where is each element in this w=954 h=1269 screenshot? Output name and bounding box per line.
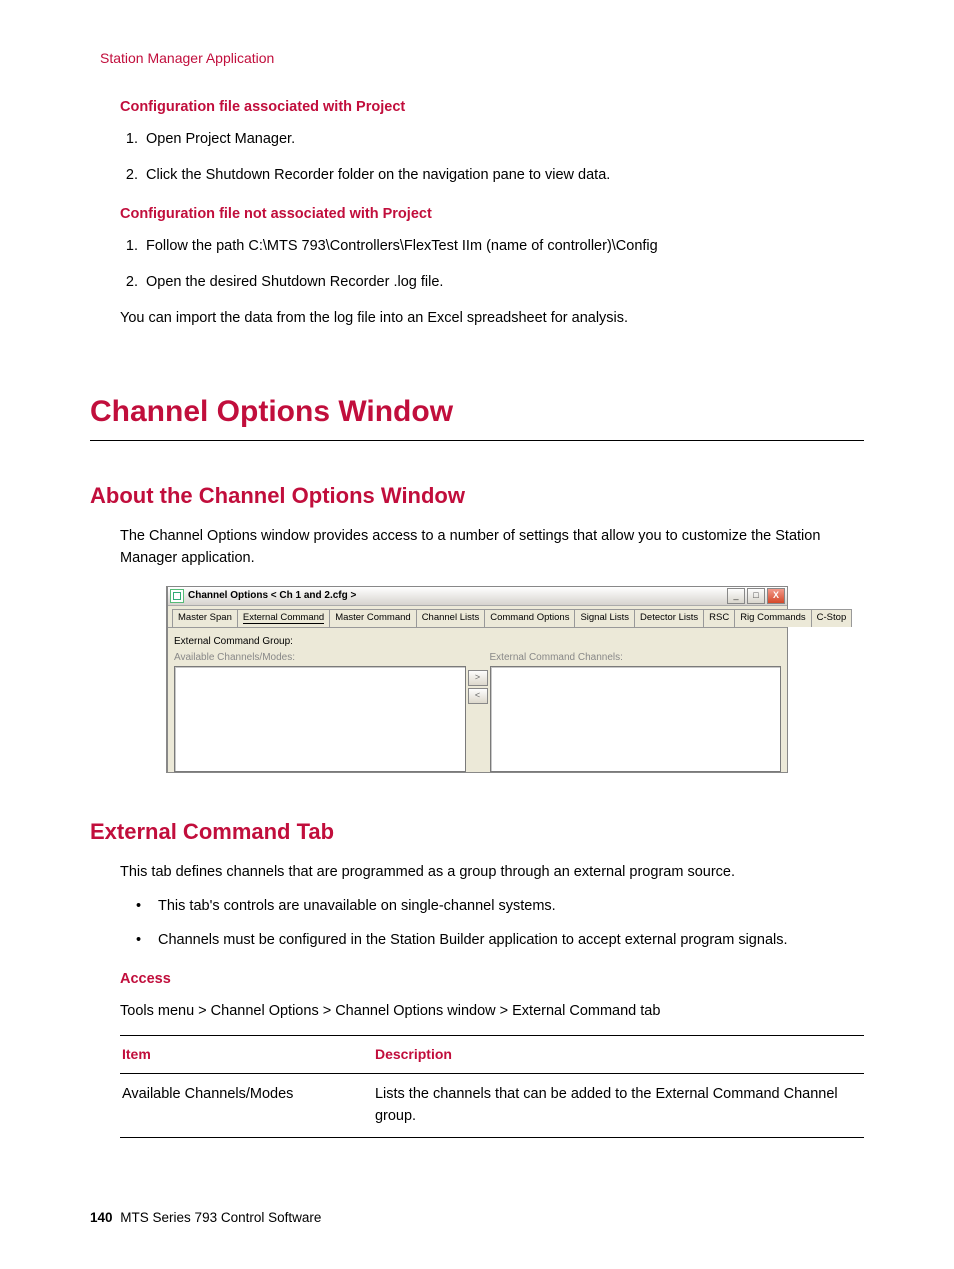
step: Open Project Manager. bbox=[142, 129, 864, 151]
footer-text: MTS Series 793 Control Software bbox=[120, 1210, 321, 1225]
access-path: Tools menu > Channel Options > Channel O… bbox=[120, 1001, 864, 1023]
step: Follow the path C:\MTS 793\Controllers\F… bbox=[142, 236, 864, 258]
steps-config-with-project: Open Project Manager. Click the Shutdown… bbox=[120, 129, 864, 187]
tab-external-command[interactable]: External Command bbox=[237, 609, 330, 627]
remove-channel-button[interactable]: < bbox=[468, 688, 488, 704]
page-title: Channel Options Window bbox=[90, 389, 864, 434]
tab-strip: Master Span External Command Master Comm… bbox=[168, 606, 787, 628]
step: Open the desired Shutdown Recorder .log … bbox=[142, 272, 864, 294]
page-footer: 140 MTS Series 793 Control Software bbox=[90, 1208, 864, 1228]
cell-desc: Lists the channels that can be added to … bbox=[373, 1073, 864, 1138]
ext-para: This tab defines channels that are progr… bbox=[120, 862, 864, 884]
group-label: External Command Group: bbox=[174, 634, 781, 649]
tab-c-stop[interactable]: C-Stop bbox=[811, 609, 853, 627]
available-channels-label: Available Channels/Modes: bbox=[174, 650, 466, 665]
window-title: Channel Options < Ch 1 and 2.cfg > bbox=[188, 588, 727, 603]
tab-signal-lists[interactable]: Signal Lists bbox=[574, 609, 635, 627]
item-description-table: Item Description Available Channels/Mode… bbox=[120, 1035, 864, 1139]
titlebar: Channel Options < Ch 1 and 2.cfg > _ □ X bbox=[168, 587, 787, 606]
add-channel-button[interactable]: > bbox=[468, 670, 488, 686]
access-heading: Access bbox=[120, 969, 864, 991]
external-command-channels-list[interactable] bbox=[490, 666, 782, 772]
external-command-channels-label: External Command Channels: bbox=[490, 650, 782, 665]
subtitle-about: About the Channel Options Window bbox=[90, 479, 864, 512]
subhead-config-with-project: Configuration file associated with Proje… bbox=[120, 97, 864, 119]
tab-command-options[interactable]: Command Options bbox=[484, 609, 575, 627]
step: Click the Shutdown Recorder folder on th… bbox=[142, 165, 864, 187]
tab-master-command[interactable]: Master Command bbox=[329, 609, 417, 627]
list-item: This tab's controls are unavailable on s… bbox=[136, 896, 864, 918]
col-item: Item bbox=[120, 1035, 373, 1073]
tab-rsc[interactable]: RSC bbox=[703, 609, 735, 627]
about-para: The Channel Options window provides acce… bbox=[120, 526, 864, 570]
title-rule bbox=[90, 440, 864, 441]
cell-item: Available Channels/Modes bbox=[120, 1073, 373, 1138]
ext-bullets: This tab's controls are unavailable on s… bbox=[136, 896, 864, 952]
list-item: Channels must be configured in the Stati… bbox=[136, 930, 864, 952]
import-note: You can import the data from the log fil… bbox=[120, 308, 864, 330]
page-number: 140 bbox=[90, 1210, 113, 1225]
tab-detector-lists[interactable]: Detector Lists bbox=[634, 609, 704, 627]
col-description: Description bbox=[373, 1035, 864, 1073]
close-button[interactable]: X bbox=[767, 588, 785, 604]
window-icon bbox=[170, 589, 184, 603]
minimize-button[interactable]: _ bbox=[727, 588, 745, 604]
available-channels-list[interactable] bbox=[174, 666, 466, 772]
channel-options-window: Channel Options < Ch 1 and 2.cfg > _ □ X… bbox=[166, 586, 788, 773]
table-row: Available Channels/Modes Lists the chann… bbox=[120, 1073, 864, 1138]
subhead-config-no-project: Configuration file not associated with P… bbox=[120, 204, 864, 226]
subtitle-external-command-tab: External Command Tab bbox=[90, 815, 864, 848]
tab-channel-lists[interactable]: Channel Lists bbox=[416, 609, 486, 627]
maximize-button[interactable]: □ bbox=[747, 588, 765, 604]
steps-config-no-project: Follow the path C:\MTS 793\Controllers\F… bbox=[120, 236, 864, 294]
running-head: Station Manager Application bbox=[100, 48, 864, 69]
window-buttons: _ □ X bbox=[727, 588, 785, 604]
tab-body: External Command Group: Available Channe… bbox=[168, 628, 787, 772]
tab-rig-commands[interactable]: Rig Commands bbox=[734, 609, 811, 627]
tab-master-span[interactable]: Master Span bbox=[172, 609, 238, 627]
